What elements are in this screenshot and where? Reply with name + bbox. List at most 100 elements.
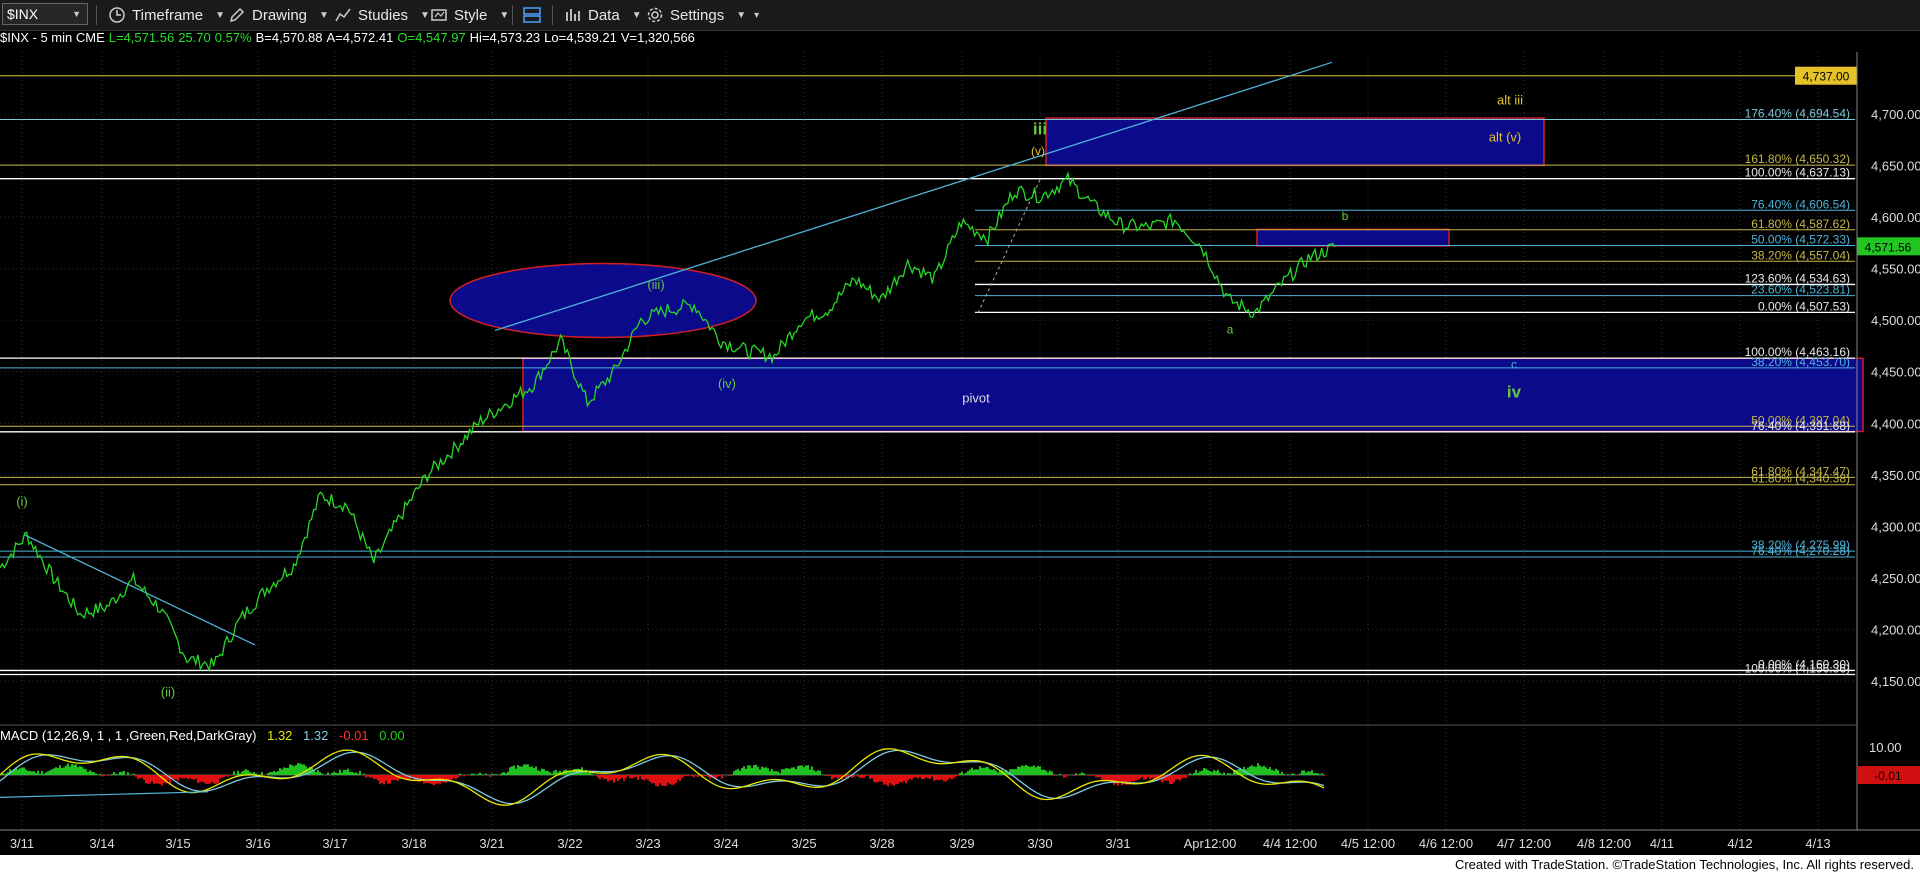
macd-value-3: -0.01: [338, 728, 369, 743]
last-price: L=4,571.56: [108, 30, 175, 45]
x-tick-label: 4/7 12:00: [1497, 836, 1551, 851]
chevron-down-icon[interactable]: ▼: [72, 9, 81, 19]
fib-level-label: 100.00% (4,637.13): [1745, 166, 1850, 180]
open-price: O=4,547.97: [397, 30, 466, 45]
chevron-down-icon: ▼: [631, 9, 642, 21]
net-change: 25.70: [178, 30, 211, 45]
macd-value-1: 1.32: [267, 728, 293, 743]
price-chart: 4,737.00 176.40% (4,694.54) 161.80% (4,650…: [0, 52, 1920, 851]
fib-level-label: 61.80% (4,587.62): [1751, 217, 1850, 231]
x-tick-label: 3/29: [949, 836, 974, 851]
fib-level-label: 61.80% (4,347.47): [1751, 464, 1850, 478]
macd-signal-line: [0, 749, 1325, 805]
pencil-icon: [229, 7, 245, 23]
trendline-down: [23, 534, 256, 646]
studies-menu[interactable]: Studies ▼: [334, 0, 430, 30]
x-tick-label: 3/25: [791, 836, 816, 851]
last-price-label: 4,571.56: [1865, 240, 1912, 254]
price-line: [0, 171, 1336, 673]
wave-label: alt iii: [1497, 93, 1523, 108]
settings-menu[interactable]: Settings ▼ ▾: [646, 0, 759, 30]
x-tick-label: 3/14: [89, 836, 114, 851]
y-tick-label: 4,450.00: [1871, 365, 1920, 380]
x-tick-label: 3/17: [322, 836, 347, 851]
x-tick-label: 3/15: [165, 836, 190, 851]
support-box-iv: [522, 357, 1864, 433]
macd-value-tag-label: -0.01: [1874, 769, 1902, 783]
gear-icon: [647, 7, 663, 23]
studies-icon: [335, 8, 351, 22]
macd-legend: MACD (12,26,9, 1 , 1 ,Green,Red,DarkGray…: [0, 728, 412, 743]
toolbar-divider: [96, 5, 97, 25]
quote-info-bar: $INX - 5 min CME L=4,571.56 25.70 0.57% …: [0, 30, 699, 48]
y-tick-label: 4,600.00: [1871, 210, 1920, 225]
bid-price: B=4,570.88: [255, 30, 323, 45]
y-tick-label: 4,500.00: [1871, 313, 1920, 328]
last-price-tag: [1857, 237, 1920, 256]
symbol-input[interactable]: $INX ▼: [2, 3, 88, 25]
fib-level-label: 50.00% (4,572.33): [1751, 233, 1850, 247]
fib-level-label: 0.00% (4,507.53): [1758, 299, 1850, 313]
fib-level-label: 76.40% (4,606.54): [1751, 197, 1850, 211]
chevron-down-icon: ▼: [319, 9, 329, 21]
macd-title: MACD (12,26,9, 1 , 1 ,Green,Red,DarkGray…: [0, 728, 257, 743]
pct-change: 0.57%: [214, 30, 252, 45]
x-tick-label: 4/13: [1805, 836, 1830, 851]
wave-label: alt (v): [1489, 130, 1522, 145]
y-tick-label: 4,650.00: [1871, 158, 1920, 173]
macd-value-tag: [1857, 766, 1920, 784]
x-tick-label: 3/18: [401, 836, 426, 851]
layout-icon: [523, 7, 541, 23]
data-menu[interactable]: Data ▼: [564, 0, 642, 30]
target-price-label: 4,737.00: [1803, 70, 1850, 84]
x-tick-label: 4/12: [1727, 836, 1752, 851]
drawing-label: Drawing: [252, 6, 308, 24]
y-tick-label: 4,150.00: [1871, 674, 1920, 689]
fib-level-label: 50.00% (4,397.04): [1751, 413, 1850, 427]
x-tick-label: 4/11: [1650, 836, 1674, 851]
toolbar-divider: [512, 5, 513, 25]
fib-level-label: 100.00% (4,463.16): [1745, 345, 1850, 359]
macd-tick-label: 10.00: [1869, 740, 1902, 755]
x-tick-label: 3/28: [869, 836, 894, 851]
timeframe-menu[interactable]: Timeframe ▼: [108, 0, 225, 30]
fib-level-label: 176.40% (4,694.54): [1745, 107, 1850, 121]
x-tick-label: 4/5 12:00: [1341, 836, 1395, 851]
chevron-down-icon: ▼: [420, 9, 430, 21]
style-menu[interactable]: Style ▼: [430, 0, 509, 30]
low-price: Lo=4,539.21: [544, 30, 617, 45]
target-box-b: [1256, 228, 1450, 247]
target-tag: [1795, 66, 1857, 85]
wave-label: (v): [1031, 144, 1045, 158]
data-label: Data: [588, 6, 620, 24]
fib-level-label: 38.20% (4,557.04): [1751, 248, 1850, 262]
trendline-up: [494, 61, 1333, 332]
fib-level-label: 76.40% (4,270.28): [1751, 544, 1850, 558]
chevron-down-icon: ▼: [736, 9, 747, 21]
fib-level-label: 0.00% (4,160.30): [1758, 657, 1850, 671]
x-tick-label: 3/22: [557, 836, 582, 851]
x-tick-label: 4/8 12:00: [1577, 836, 1631, 851]
x-tick-label: 3/24: [713, 836, 738, 851]
y-tick-label: 4,350.00: [1871, 468, 1920, 483]
y-tick-label: 4,250.00: [1871, 571, 1920, 586]
drawing-menu[interactable]: Drawing ▼: [228, 0, 329, 30]
fib-anchor-line: [977, 179, 1041, 314]
layout-button[interactable]: [522, 0, 542, 30]
chevron-down-icon: ▼: [215, 9, 226, 21]
y-tick-label: 4,300.00: [1871, 519, 1920, 534]
wave-label: (iv): [718, 376, 736, 391]
x-tick-label: 3/16: [245, 836, 270, 851]
style-label: Style: [454, 6, 488, 24]
y-tick-label: 4,700.00: [1871, 107, 1920, 122]
style-icon: [431, 9, 447, 21]
chevron-down-icon: ▼: [499, 9, 510, 21]
settings-label: Settings: [670, 6, 725, 24]
overflow-icon[interactable]: ▾: [754, 10, 759, 21]
x-tick-label: 3/23: [635, 836, 660, 851]
x-tick-label: Apr12:00: [1184, 836, 1237, 851]
fib-level-label: 38.20% (4,275.99): [1751, 538, 1850, 552]
wave-label: a: [1227, 323, 1234, 337]
macd-value-2: 1.32: [303, 728, 329, 743]
x-tick-label: 4/4 12:00: [1263, 836, 1317, 851]
